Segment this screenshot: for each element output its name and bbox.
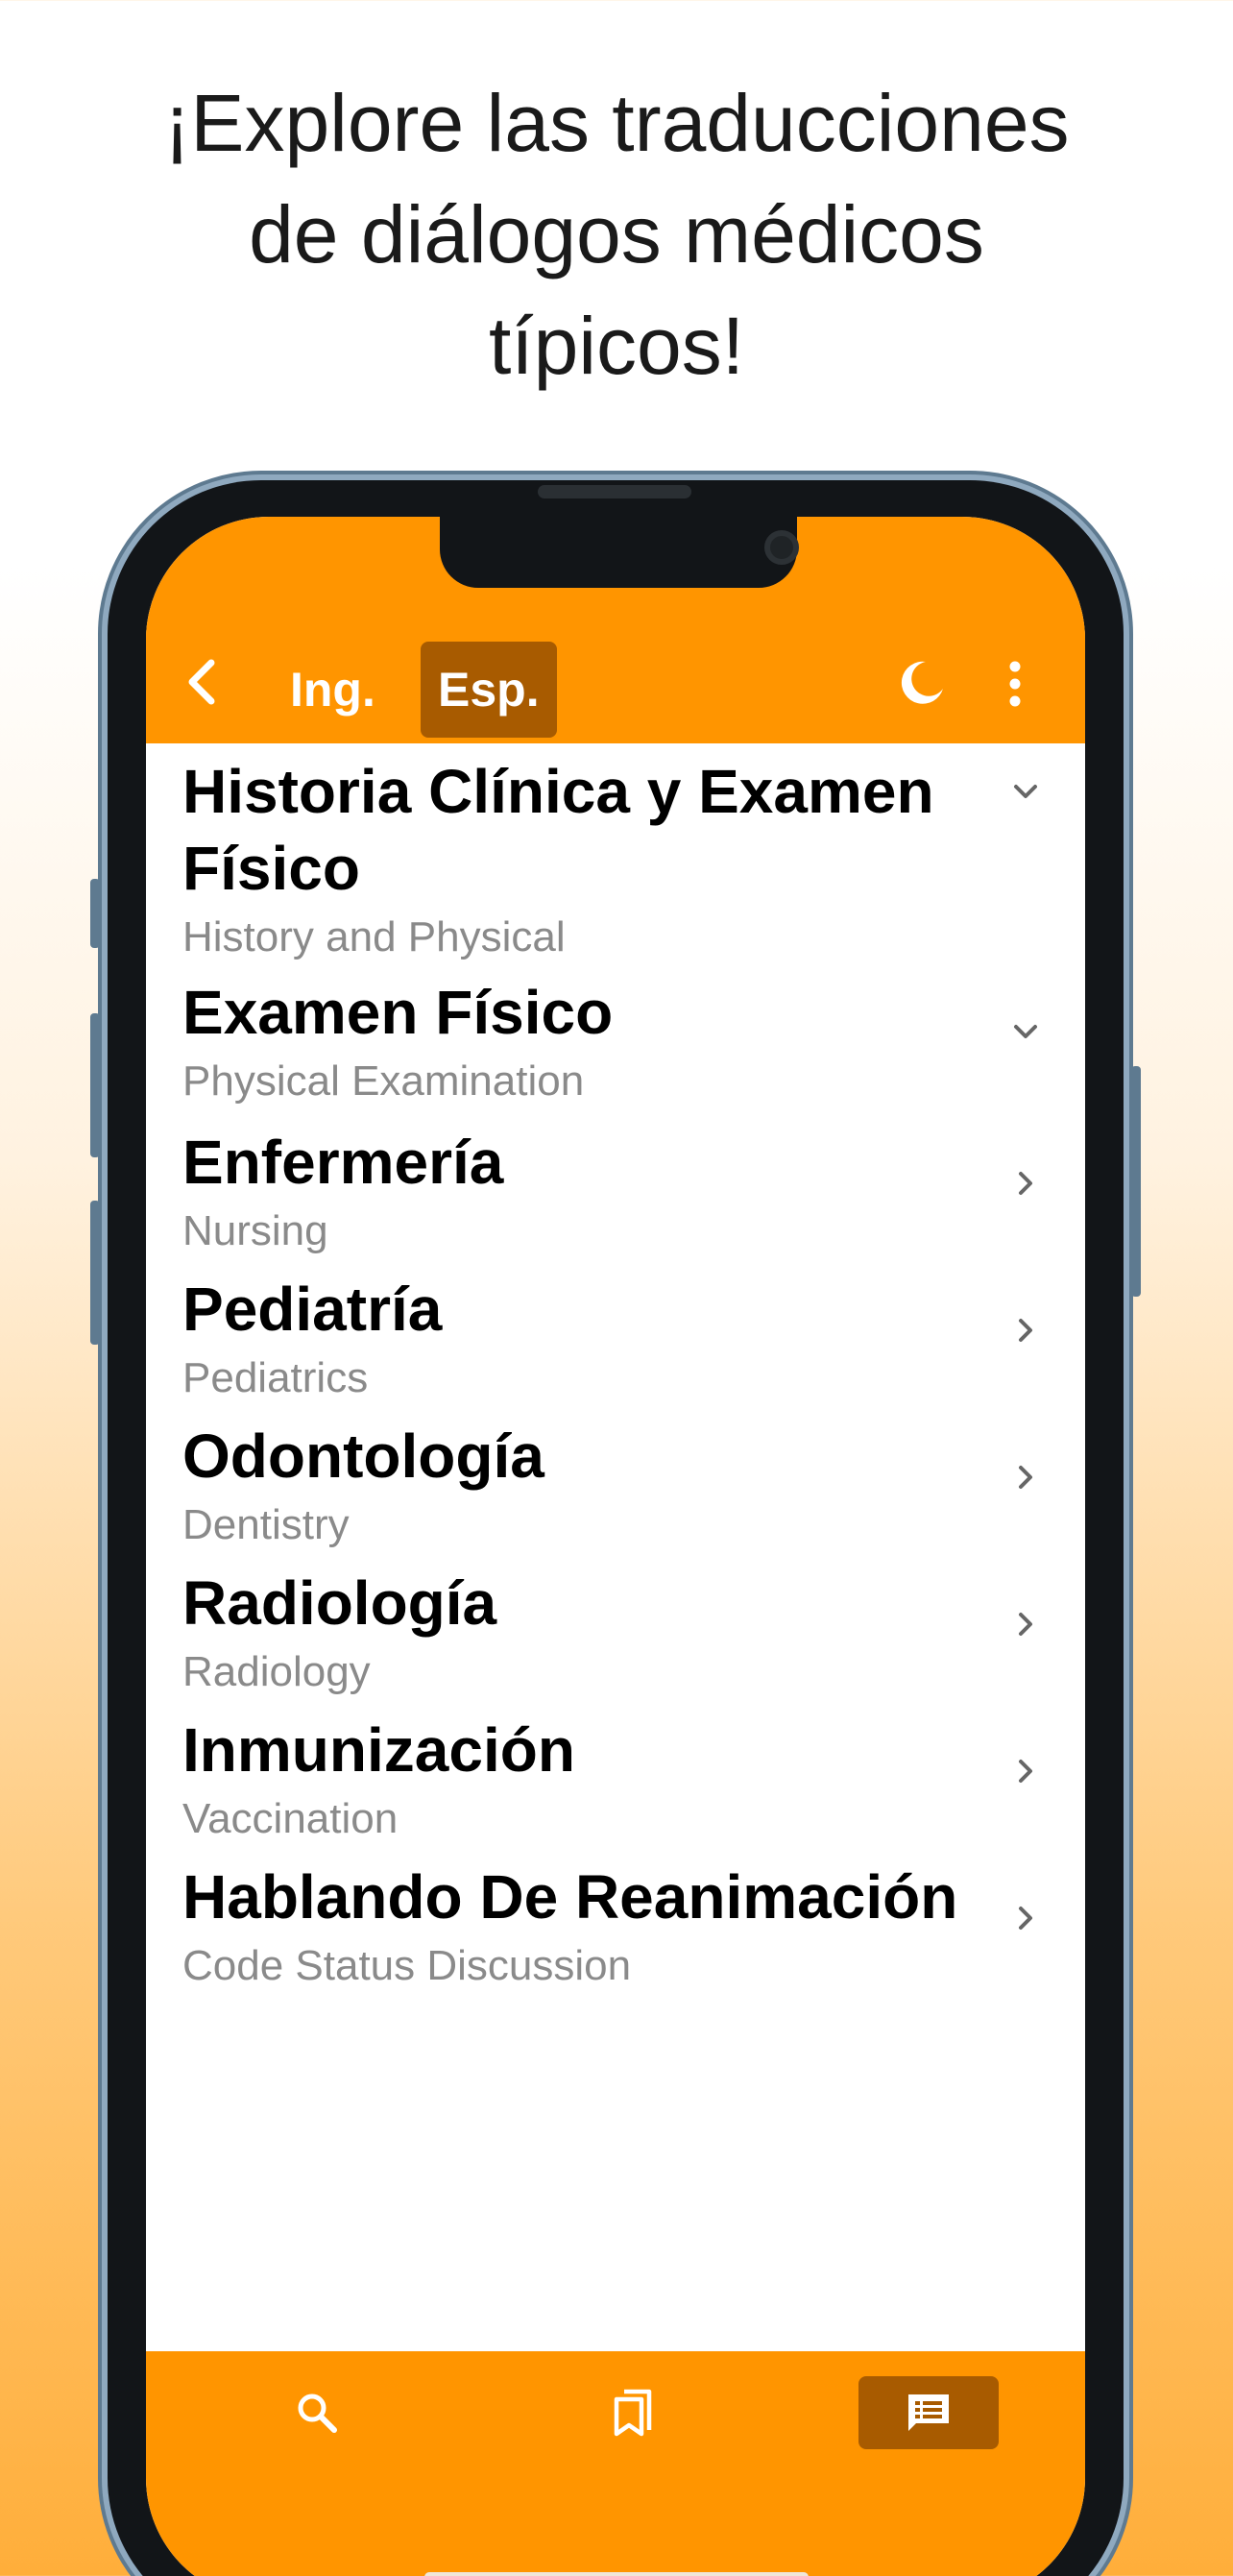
camera-icon <box>764 530 799 565</box>
dark-mode-button[interactable] <box>897 658 947 708</box>
chevron-down-icon <box>1014 785 1037 798</box>
phone-speaker <box>538 485 691 498</box>
back-button[interactable] <box>175 653 232 711</box>
chevron-down-icon <box>1014 1025 1037 1038</box>
chevron-right-icon <box>1019 1466 1032 1489</box>
promo-headline: ¡Explore las traducciones de diálogos mé… <box>0 67 1233 401</box>
tab-bookmarks[interactable] <box>588 2376 680 2449</box>
chevron-left-icon <box>188 659 215 705</box>
item-subtitle: Vaccination <box>182 1795 399 1842</box>
lang-spanish-button[interactable]: Esp. <box>421 642 557 738</box>
list-item[interactable]: Examen Físico Physical Examination <box>146 974 1085 1124</box>
item-subtitle: Radiology <box>182 1648 371 1695</box>
tab-bar <box>146 2351 1085 2576</box>
item-title: Odontología <box>182 1422 544 1491</box>
list-item[interactable]: Inmunización Vaccination <box>146 1712 1085 1859</box>
item-title: Radiología <box>182 1568 497 1638</box>
home-indicator <box>424 2572 809 2576</box>
more-options-button[interactable] <box>1001 657 1029 711</box>
item-subtitle: Pediatrics <box>182 1354 369 1401</box>
phone-screen: Ing. Esp. Historia Clínica y Examen Físi… <box>146 517 1085 2576</box>
phone-volume-up-button <box>90 1013 100 1157</box>
item-title: Hablando De Reanimación <box>182 1862 958 1932</box>
item-title: Enfermería <box>182 1128 504 1197</box>
dialogs-icon <box>908 2394 949 2431</box>
item-subtitle: History and Physical <box>182 913 566 960</box>
nav-bar: Ing. Esp. <box>146 622 1085 743</box>
more-vertical-icon <box>1009 661 1021 707</box>
tab-dialogs[interactable] <box>858 2376 999 2449</box>
tab-search[interactable] <box>271 2376 363 2449</box>
list-item[interactable]: Radiología Radiology <box>146 1565 1085 1712</box>
list-item[interactable]: Odontología Dentistry <box>146 1418 1085 1565</box>
phone-notch <box>440 517 799 588</box>
item-subtitle: Physical Examination <box>182 1057 585 1105</box>
lang-english-button[interactable]: Ing. <box>273 642 393 738</box>
bookmarks-icon <box>614 2389 652 2437</box>
chevron-right-icon <box>1019 1172 1032 1195</box>
list-item[interactable]: Enfermería Nursing <box>146 1124 1085 1271</box>
headline-line-2: de diálogos médicos <box>249 189 984 279</box>
chevron-right-icon <box>1019 1907 1032 1930</box>
item-subtitle: Dentistry <box>182 1501 350 1548</box>
headline-line-3: típicos! <box>488 301 745 391</box>
item-title: Pediatría <box>182 1275 443 1344</box>
list-item[interactable]: Pediatría Pediatrics <box>146 1271 1085 1418</box>
search-icon <box>298 2394 337 2433</box>
list-item[interactable]: Historia Clínica y Examen Físico History… <box>146 743 1085 974</box>
item-subtitle: Nursing <box>182 1207 328 1254</box>
phone-volume-down-button <box>90 1201 100 1345</box>
chevron-right-icon <box>1019 1760 1032 1783</box>
chevron-right-icon <box>1019 1319 1032 1342</box>
phone-power-button <box>1131 1066 1141 1297</box>
item-subtitle: Code Status Discussion <box>182 1942 632 1989</box>
moon-icon <box>901 661 943 704</box>
item-title: Historia Clínica y Examen Físico <box>182 757 934 903</box>
category-list: Historia Clínica y Examen Físico History… <box>146 743 1085 2005</box>
headline-line-1: ¡Explore las traducciones <box>163 78 1070 168</box>
phone-side-button <box>90 879 100 948</box>
item-title: Inmunización <box>182 1715 575 1785</box>
chevron-right-icon <box>1019 1613 1032 1636</box>
item-title: Examen Físico <box>182 978 614 1047</box>
list-item[interactable]: Hablando De Reanimación Code Status Disc… <box>146 1859 1085 2005</box>
